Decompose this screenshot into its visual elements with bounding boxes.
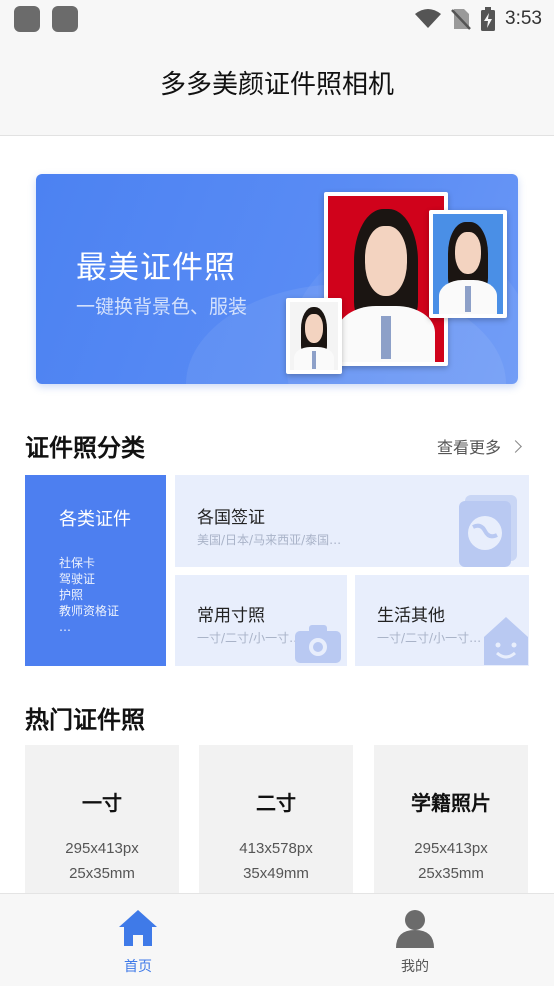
clock: 3:53: [505, 8, 542, 29]
notification-icon: [14, 6, 40, 32]
popular-card-two-inch[interactable]: 二寸 413x578px 35x49mm: [199, 745, 353, 905]
promo-banner[interactable]: 最美证件照 一键换背景色、服装: [36, 174, 518, 384]
popular-title: 热门证件照: [25, 706, 145, 734]
popular-card-title: 学籍照片: [411, 791, 491, 815]
camera-icon: [295, 625, 341, 663]
sample-photo-white: [286, 298, 342, 374]
status-bar: 3:53: [0, 0, 554, 40]
popular-card-size: 25x35mm: [418, 865, 484, 882]
battery-charging-icon: [481, 7, 496, 31]
category-item: …: [59, 620, 71, 634]
banner-title: 最美证件照: [76, 250, 236, 286]
view-more-label: 查看更多: [436, 438, 501, 457]
home-face-icon: [484, 617, 528, 665]
category-item: 驾驶证: [59, 572, 96, 586]
banner-subtitle: 一键换背景色、服装: [76, 296, 248, 318]
category-visa[interactable]: 各国签证 美国/日本/马来西亚/泰国…: [175, 475, 529, 567]
category-life-title: 生活其他: [377, 606, 445, 626]
home-icon: [119, 910, 157, 946]
no-sim-icon: [451, 9, 471, 30]
category-life-other[interactable]: 生活其他 一寸/二寸/小一寸…: [355, 575, 529, 666]
popular-card-one-inch[interactable]: 一寸 295x413px 25x35mm: [25, 745, 179, 905]
notification-icon: [52, 6, 78, 32]
popular-card-title: 一寸: [82, 791, 122, 815]
chevron-right-icon: [509, 439, 522, 453]
view-more-link[interactable]: 查看更多: [436, 434, 522, 458]
category-common-title: 常用寸照: [197, 606, 265, 626]
category-common-sizes[interactable]: 常用寸照 一寸/二寸/小一寸…: [175, 575, 347, 666]
passport-icon: [459, 495, 517, 567]
wifi-icon: [415, 9, 442, 28]
category-documents-title: 各类证件: [59, 509, 131, 530]
category-item: 社保卡: [59, 556, 96, 570]
popular-card-pixels: 413x578px: [239, 840, 313, 857]
category-item: 护照: [59, 588, 84, 602]
popular-card-pixels: 295x413px: [414, 840, 488, 857]
nav-home-label: 首页: [124, 959, 152, 975]
popular-card-size: 25x35mm: [69, 865, 135, 882]
sample-photo-blue: [429, 210, 507, 318]
categories-title: 证件照分类: [25, 434, 145, 462]
category-visa-subtitle: 美国/日本/马来西亚/泰国…: [197, 533, 342, 547]
user-icon: [396, 910, 434, 948]
bottom-nav: 首页 我的: [0, 893, 554, 986]
popular-card-student[interactable]: 学籍照片 295x413px 25x35mm: [374, 745, 528, 905]
app-title: 多多美颜证件照相机: [159, 70, 394, 100]
category-visa-title: 各国签证: [197, 508, 265, 528]
app-header: 多多美颜证件照相机: [0, 40, 554, 136]
nav-home[interactable]: 首页: [78, 908, 198, 976]
category-documents[interactable]: 各类证件 社保卡 驾驶证 护照 教师资格证 …: [25, 475, 166, 666]
popular-card-pixels: 295x413px: [65, 840, 139, 857]
category-life-subtitle: 一寸/二寸/小一寸…: [377, 631, 482, 645]
popular-card-size: 35x49mm: [243, 865, 309, 882]
category-common-subtitle: 一寸/二寸/小一寸…: [197, 631, 302, 645]
popular-card-title: 二寸: [256, 791, 296, 815]
nav-me[interactable]: 我的: [355, 908, 475, 976]
nav-me-label: 我的: [401, 959, 429, 975]
category-item: 教师资格证: [59, 604, 120, 618]
